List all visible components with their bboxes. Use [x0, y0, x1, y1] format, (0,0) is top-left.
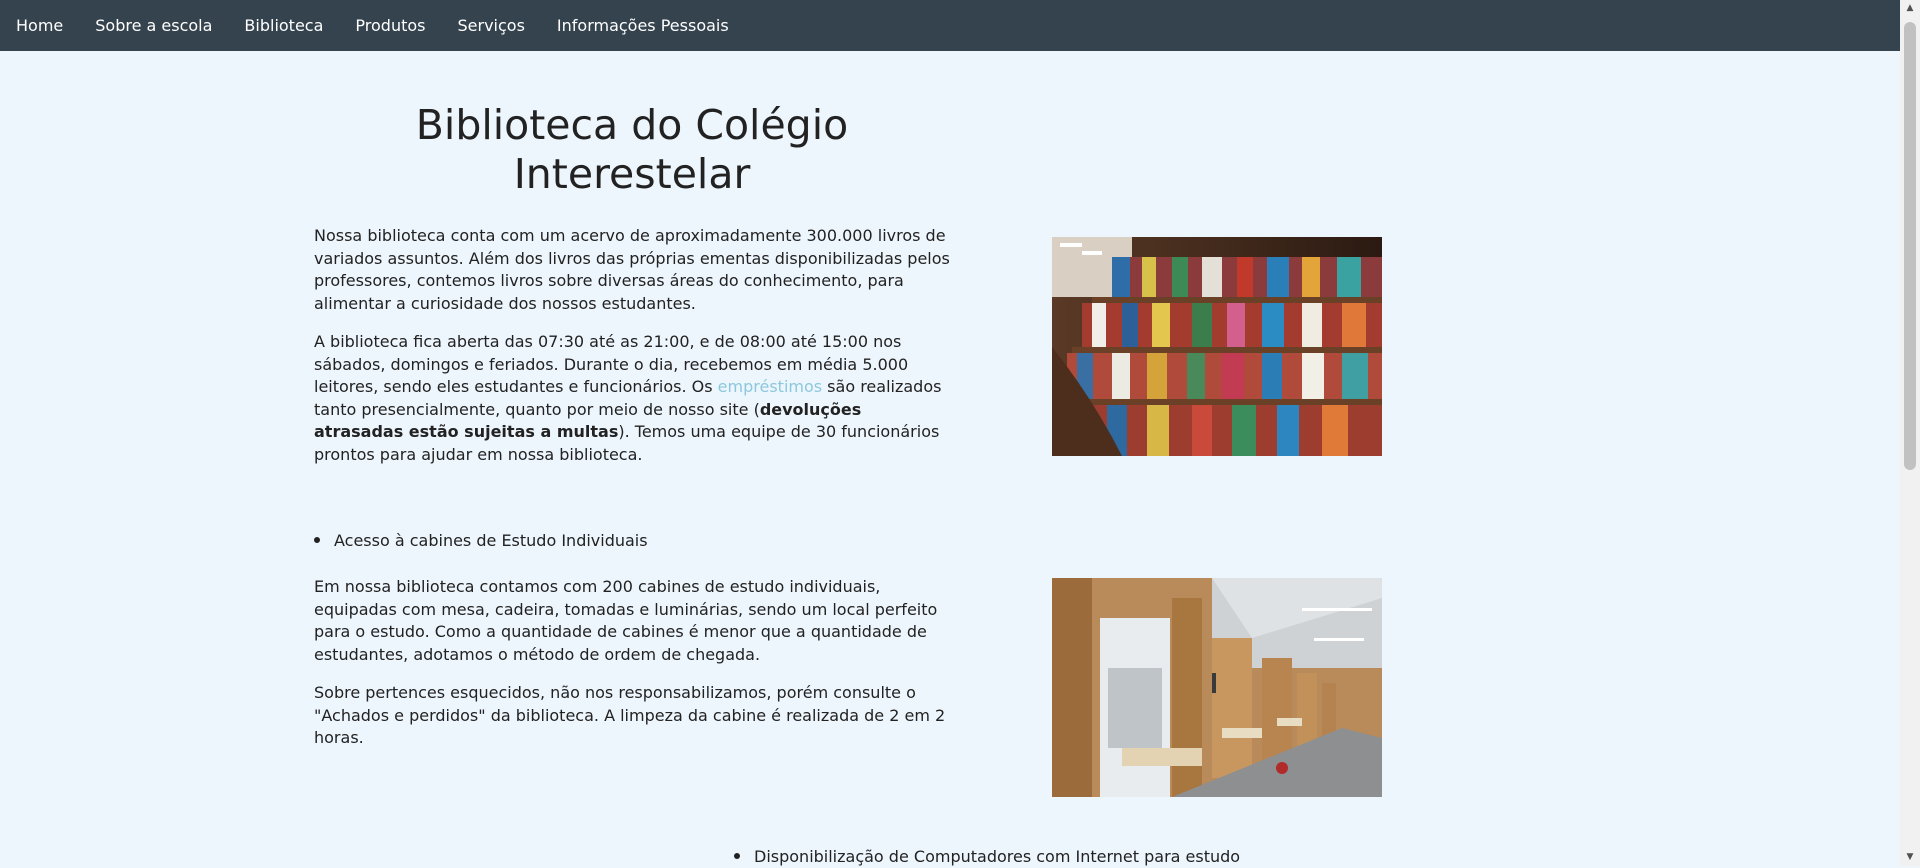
list-item: Disponibilização de Computadores com Int…: [734, 846, 1240, 868]
scroll-down-arrow-icon[interactable]: ▼: [1900, 849, 1920, 866]
emprestimos-link[interactable]: empréstimos: [718, 377, 822, 396]
cabines-paragraph: Em nossa biblioteca contamos com 200 cab…: [314, 577, 938, 664]
bookshelf-illustration: [1052, 237, 1382, 456]
library-hours-paragraph: A biblioteca fica aberta das 07:30 até a…: [314, 331, 954, 467]
library-intro-paragraph: Nossa biblioteca conta com um acervo de …: [314, 226, 950, 313]
study-cabins-illustration: [1052, 578, 1382, 797]
page-title: Biblioteca do Colégio Interestelar: [415, 101, 849, 198]
scroll-up-arrow-icon[interactable]: ▲: [1900, 0, 1920, 17]
nav-produtos[interactable]: Produtos: [339, 0, 441, 51]
scrollbar-thumb[interactable]: [1904, 22, 1916, 470]
feature-computadores-label: Disponibilização de Computadores com Int…: [754, 847, 1241, 866]
nav-informacoes-pessoais[interactable]: Informações Pessoais: [541, 0, 745, 51]
nav-biblioteca[interactable]: Biblioteca: [228, 0, 339, 51]
feature-cabines-label: Acesso à cabines de Estudo Individuais: [334, 531, 648, 550]
bullet-icon: [314, 536, 320, 543]
feature-list-computadores: Disponibilização de Computadores com Int…: [734, 846, 1240, 868]
list-item: Acesso à cabines de Estudo Individuais: [314, 530, 648, 552]
bookshelf-image: [1052, 237, 1382, 456]
nav-servicos[interactable]: Serviços: [441, 0, 540, 51]
study-cabins-image: [1052, 578, 1382, 797]
lost-items-paragraph: Sobre pertences esquecidos, não nos resp…: [314, 683, 946, 748]
main-content: Biblioteca do Colégio Interestelar Nossa…: [0, 51, 1900, 866]
vertical-scrollbar[interactable]: ▲ ▼: [1900, 0, 1920, 866]
top-navbar: Home Sobre a escola Biblioteca Produtos …: [0, 0, 1900, 51]
nav-sobre-a-escola[interactable]: Sobre a escola: [79, 0, 228, 51]
bullet-icon: [734, 852, 740, 859]
feature-list-cabines: Acesso à cabines de Estudo Individuais: [314, 530, 648, 552]
nav-home[interactable]: Home: [0, 0, 79, 51]
